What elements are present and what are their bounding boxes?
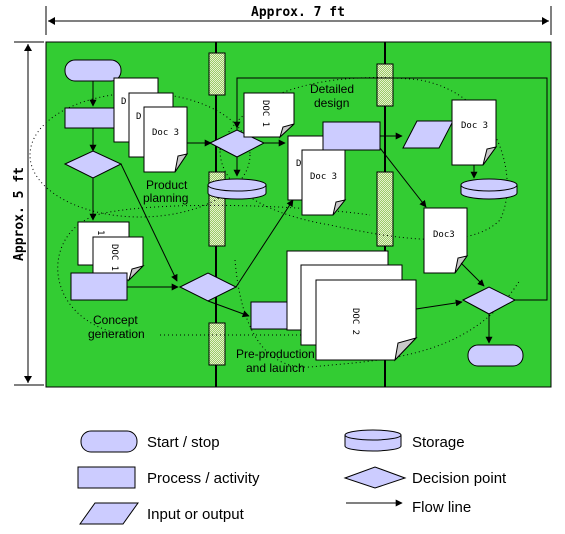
svg-text:D: D bbox=[296, 159, 301, 169]
svg-text:1: 1 bbox=[95, 230, 105, 235]
width-label: Approx. 7 ft bbox=[251, 5, 345, 20]
post bbox=[376, 171, 394, 247]
svg-text:Doc 3: Doc 3 bbox=[310, 172, 337, 182]
svg-text:Process / activity: Process / activity bbox=[147, 470, 260, 487]
legend: Start / stop Process / activity Input or… bbox=[77, 429, 507, 525]
svg-text:D: D bbox=[121, 97, 126, 107]
svg-text:DOC 2: DOC 2 bbox=[350, 308, 360, 335]
svg-text:Doc 3: Doc 3 bbox=[461, 121, 488, 131]
stop-shape bbox=[467, 344, 524, 367]
document-doc1-detailed: DOC 1 bbox=[243, 92, 295, 139]
legend-item-decision: Decision point bbox=[343, 466, 507, 489]
width-dimension: Approx. 7 ft bbox=[45, 5, 552, 35]
doc3-label: Doc 3 bbox=[152, 128, 179, 138]
svg-text:Decision point: Decision point bbox=[412, 470, 507, 487]
process-shape bbox=[322, 121, 381, 151]
phase-label-concept-generation: Concept generation bbox=[88, 313, 145, 341]
legend-item-storage: Storage bbox=[344, 429, 465, 452]
height-label: Approx. 5 ft bbox=[12, 167, 27, 261]
svg-text:Input or output: Input or output bbox=[147, 506, 245, 523]
process-shape bbox=[250, 301, 290, 330]
storage-shape bbox=[460, 178, 518, 200]
legend-item-start-stop: Start / stop bbox=[80, 430, 220, 453]
svg-text:Doc3: Doc3 bbox=[433, 230, 455, 240]
post bbox=[208, 322, 226, 366]
start-shape bbox=[64, 59, 122, 82]
svg-text:DOC 1: DOC 1 bbox=[260, 100, 270, 127]
post bbox=[208, 52, 226, 96]
height-dimension: Approx. 5 ft bbox=[12, 41, 44, 386]
legend-item-process: Process / activity bbox=[77, 466, 260, 489]
process-map-diagram: Approx. 7 ft Approx. 5 ft D D Doc 3 Prod… bbox=[12, 5, 552, 525]
document-doc3-alt: Doc3 bbox=[423, 207, 469, 274]
process-shape bbox=[64, 107, 122, 129]
document-doc3-right: Doc 3 bbox=[451, 99, 498, 166]
document-stack-doc2: DOC 2 bbox=[286, 250, 418, 362]
phase-label-product-planning: Product planning bbox=[143, 178, 191, 205]
process-shape bbox=[70, 272, 128, 301]
svg-text:Storage: Storage bbox=[412, 434, 465, 451]
svg-text:Flow line: Flow line bbox=[412, 499, 471, 516]
post bbox=[376, 63, 394, 107]
storage-shape bbox=[207, 178, 267, 200]
legend-item-flow-line: Flow line bbox=[346, 499, 471, 516]
svg-text:Start / stop: Start / stop bbox=[147, 434, 220, 451]
svg-text:D: D bbox=[136, 112, 141, 122]
legend-item-input-output: Input or output bbox=[79, 502, 245, 525]
doc1-label: DOC 1 bbox=[109, 244, 119, 271]
